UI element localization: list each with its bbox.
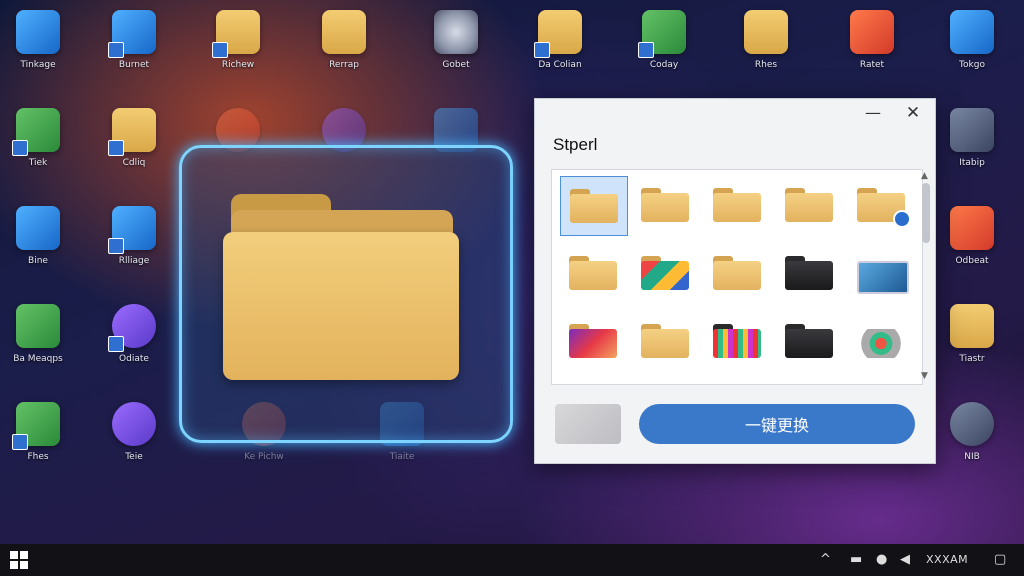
- scroll-up-arrow[interactable]: ▲: [921, 171, 928, 181]
- windows-start-icon[interactable]: [10, 551, 28, 569]
- icon-option-screen[interactable]: [848, 244, 914, 302]
- one-click-replace-button[interactable]: 一键更换: [639, 404, 915, 444]
- desktop-icon[interactable]: Ratet: [836, 10, 908, 90]
- desktop-icon[interactable]: Richew: [202, 10, 274, 90]
- maps-icon: [12, 108, 60, 156]
- browser-icon: [850, 10, 894, 54]
- app-icon: [12, 402, 60, 450]
- app-icon: [108, 10, 156, 58]
- document-folder-icon: [534, 10, 582, 58]
- icon-option-folder[interactable]: [560, 244, 626, 302]
- desktop-icon[interactable]: Ba Meaqps: [2, 304, 74, 384]
- folder-icon: [212, 10, 260, 58]
- desktop-icon[interactable]: Tinkage: [2, 10, 74, 90]
- desktop-icon[interactable]: Da Colian: [524, 10, 596, 90]
- icon-option-folder[interactable]: [704, 244, 770, 302]
- app-icon: [16, 304, 60, 348]
- folder-icon: [108, 108, 156, 156]
- icon-preview: [555, 404, 621, 444]
- desktop-icon[interactable]: Coday: [628, 10, 700, 90]
- desktop-icon[interactable]: Gobet: [420, 10, 492, 90]
- icon-option-folder-colorful[interactable]: [560, 312, 626, 370]
- scroll-down-arrow[interactable]: ▼: [921, 371, 928, 381]
- icon-option-folder-add[interactable]: [848, 176, 914, 234]
- icon-grid: [551, 169, 923, 385]
- app-icon: [16, 10, 60, 54]
- icon-option-folder[interactable]: [560, 176, 628, 236]
- icon-option-folder-books[interactable]: [704, 312, 770, 370]
- scrollbar-thumb[interactable]: [922, 183, 930, 243]
- image-folder-icon: [638, 10, 686, 58]
- desktop-icon[interactable]: Rerrap: [308, 10, 380, 90]
- add-icon: [950, 402, 994, 446]
- message-icon[interactable]: ▬: [850, 552, 862, 567]
- icon-option-folder[interactable]: [632, 312, 698, 370]
- desktop-icon[interactable]: Cdliq: [98, 108, 170, 188]
- desktop-icon[interactable]: Rlliage: [98, 206, 170, 286]
- icon-option-folder[interactable]: [704, 176, 770, 234]
- settings-app-icon: [950, 10, 994, 54]
- tray-clock: XXXAM: [926, 553, 969, 566]
- icon-option-gear[interactable]: [848, 312, 914, 370]
- folder-icon: [322, 10, 366, 54]
- volume-icon[interactable]: ◀: [900, 552, 910, 567]
- icon-option-folder-apps[interactable]: [632, 244, 698, 302]
- folder-icon: [950, 304, 994, 348]
- icon-picker-dialog: — ✕ Stperl ▲ ▼ 一键更换: [534, 98, 936, 464]
- selected-folder-icon[interactable]: [223, 192, 459, 380]
- desktop-icon[interactable]: Burnet: [98, 10, 170, 90]
- app-icon: [950, 206, 994, 250]
- icon-option-folder-dark[interactable]: [776, 312, 842, 370]
- globe-icon: [434, 10, 478, 54]
- desktop-icon[interactable]: Tokgo: [936, 10, 1008, 90]
- desktop-icon[interactable]: Odbeat: [936, 206, 1008, 286]
- icon-option-folder[interactable]: [632, 176, 698, 234]
- desktop-icon[interactable]: Rhes: [730, 10, 802, 90]
- desktop-icon[interactable]: Tiek: [2, 108, 74, 188]
- desktop-icon[interactable]: Fhes: [2, 402, 74, 482]
- desktop-icon[interactable]: Itabip: [936, 108, 1008, 188]
- chevron-up-icon[interactable]: ^: [820, 552, 831, 567]
- taskbar: ^ ▬ ● ◀ XXXAM ▢: [0, 544, 1024, 576]
- plus-icon: [893, 210, 911, 228]
- icon-option-partial[interactable]: [560, 378, 626, 384]
- desktop-icon[interactable]: NIB: [936, 402, 1008, 482]
- desktop-icon[interactable]: Teie: [98, 402, 170, 482]
- dialog-title: Stperl: [553, 135, 598, 154]
- app-icon: [16, 206, 60, 250]
- folder-icon: [744, 10, 788, 54]
- power-icon[interactable]: ●: [876, 552, 887, 567]
- minimize-button[interactable]: —: [865, 103, 881, 123]
- close-button[interactable]: ✕: [903, 103, 923, 123]
- mail-icon: [108, 206, 156, 254]
- chat-icon: [112, 402, 156, 446]
- desktop-icon[interactable]: Bine: [2, 206, 74, 286]
- icon-option-folder-dark[interactable]: [776, 244, 842, 302]
- desktop-icon[interactable]: Odiate: [98, 304, 170, 384]
- video-app-icon: [950, 108, 994, 152]
- desktop-icon[interactable]: Tiastr: [936, 304, 1008, 384]
- eye-icon: [108, 304, 156, 352]
- icon-option-folder[interactable]: [776, 176, 842, 234]
- notification-icon[interactable]: ▢: [994, 552, 1006, 567]
